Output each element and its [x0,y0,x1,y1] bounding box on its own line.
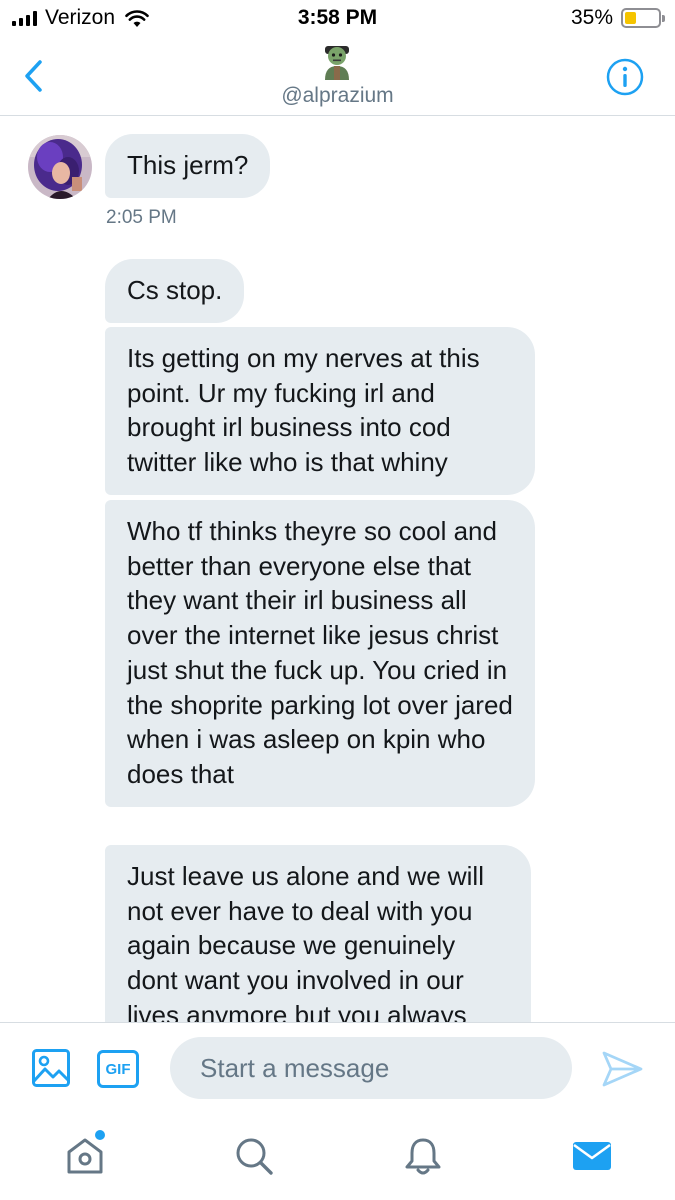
message-bubble[interactable]: Just leave us alone and we will not ever… [105,845,531,1022]
send-icon[interactable] [600,1049,644,1089]
battery-fill [625,12,637,24]
notifications-icon[interactable] [401,1134,445,1178]
conversation-header: @alprazium [0,38,675,116]
messages-icon[interactable] [570,1134,614,1178]
status-right: 35% [570,6,665,30]
message-input[interactable] [170,1037,572,1099]
message-bubble[interactable]: This jerm? [105,134,271,198]
zombie-avatar-icon[interactable] [316,42,358,84]
battery-nub [662,15,665,22]
search-icon[interactable] [232,1134,276,1178]
image-icon[interactable] [31,1048,71,1088]
battery-icon [621,8,665,28]
message-bubble[interactable]: Its getting on my nerves at this point. … [105,327,535,495]
home-icon[interactable] [63,1134,107,1178]
info-icon[interactable] [605,57,645,97]
sender-avatar-image [28,135,92,199]
battery-percent: 35% [570,6,613,29]
gif-button[interactable]: GIF [97,1050,139,1088]
message-timestamp: 2:05 PM [106,207,177,228]
tab-bar [0,1114,675,1200]
message-bubble[interactable]: Who tf thinks theyre so cool and better … [105,500,535,807]
sender-avatar[interactable] [28,135,92,199]
status-bar: Verizon 3:58 PM 35% [0,0,675,38]
notification-dot [95,1130,105,1140]
message-bubble[interactable]: Cs stop. [105,259,245,323]
header-handle[interactable]: @alprazium [0,84,675,108]
message-composer: GIF [0,1022,675,1114]
message-list[interactable]: This jerm? 2:05 PM Cs stop. Its getting … [0,117,675,1022]
